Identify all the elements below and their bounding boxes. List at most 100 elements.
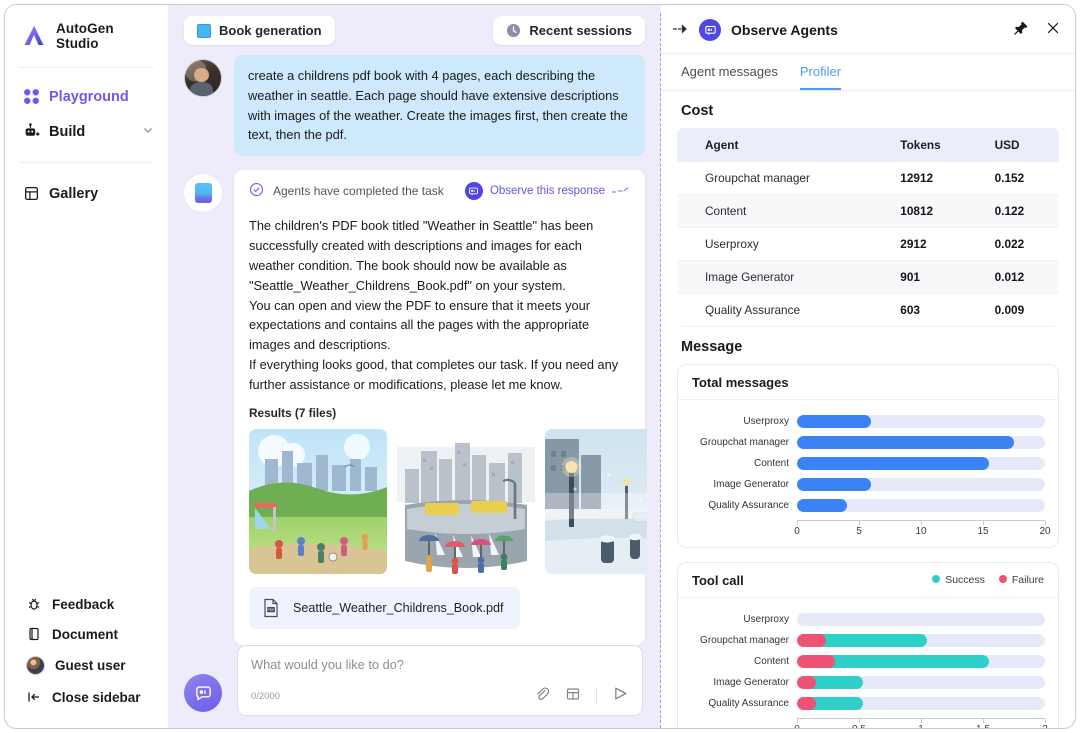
cost-col-usd: USD bbox=[980, 127, 1059, 162]
attach-icon[interactable] bbox=[534, 686, 550, 707]
chart-bar-fill[interactable] bbox=[797, 456, 990, 470]
session-chip-label: Book generation bbox=[219, 23, 322, 38]
axis-tick-label: 15 bbox=[977, 525, 989, 537]
autogen-logo-icon bbox=[21, 23, 47, 49]
user-message-bubble: create a childrens pdf book with 4 pages… bbox=[234, 55, 645, 157]
chart-bar-label: Content bbox=[753, 655, 789, 667]
observe-dashed-arrow-icon bbox=[611, 185, 630, 197]
table-row[interactable]: Content 10812 0.122 bbox=[677, 194, 1059, 228]
send-icon[interactable] bbox=[612, 685, 629, 707]
chart-bar-fill[interactable] bbox=[797, 414, 872, 428]
chart-bar-failure[interactable] bbox=[797, 696, 816, 710]
axis-tick-label: 1 bbox=[918, 724, 924, 728]
chart-bar-label: Userproxy bbox=[743, 613, 789, 625]
sidebar-item-label: Guest user bbox=[55, 658, 126, 673]
composer[interactable]: What would you like to do? 0/2000 bbox=[237, 645, 643, 716]
sidebar-item-close-sidebar[interactable]: Close sidebar bbox=[5, 682, 168, 712]
tab-profiler[interactable]: Profiler bbox=[799, 64, 842, 90]
total-messages-title: Total messages bbox=[692, 374, 789, 390]
panel-header-actions bbox=[1013, 20, 1061, 41]
result-image-snowy[interactable] bbox=[545, 428, 647, 574]
sidebar-item-guest-user[interactable]: Guest user bbox=[5, 649, 168, 682]
cell-agent: Quality Assurance bbox=[705, 302, 801, 317]
composer-avatar bbox=[184, 674, 222, 712]
chart-bar-fill[interactable] bbox=[797, 435, 1014, 449]
axis-tick bbox=[1045, 718, 1046, 723]
sidebar-divider-2 bbox=[19, 162, 154, 163]
chart-bar-track bbox=[797, 696, 1045, 710]
chart-bar-row: Quality Assurance bbox=[691, 693, 1045, 714]
recent-sessions-button[interactable]: Recent sessions bbox=[493, 16, 645, 45]
chart-bar-row: Quality Assurance bbox=[691, 495, 1045, 516]
table-row[interactable]: Userproxy 2912 0.022 bbox=[677, 227, 1059, 261]
assistant-message-header: Agents have completed the task Observe t… bbox=[249, 182, 630, 201]
axis-tick-label: 0 bbox=[794, 525, 800, 537]
chart-bar-failure[interactable] bbox=[797, 675, 816, 689]
sidebar-item-feedback[interactable]: Feedback bbox=[5, 589, 168, 619]
sidebar-item-build[interactable]: Build bbox=[5, 117, 168, 146]
observe-panel-title: Observe Agents bbox=[731, 22, 838, 38]
axis-tick bbox=[921, 520, 922, 525]
cell-usd: 0.012 bbox=[994, 269, 1025, 284]
result-image-sunny[interactable] bbox=[249, 428, 387, 574]
sidebar-nav: Playground Build Gallery bbox=[5, 68, 168, 214]
chart-bar-label: Groupchat manager bbox=[700, 436, 789, 448]
gallery-grid-icon[interactable] bbox=[565, 686, 581, 707]
chart-bar-track bbox=[797, 633, 1045, 647]
cell-usd: 0.152 bbox=[994, 170, 1025, 185]
pin-icon[interactable] bbox=[1013, 20, 1029, 41]
message-thread[interactable]: create a childrens pdf book with 4 pages… bbox=[182, 55, 647, 645]
sidebar-footer: Feedback Document Guest user Close sideb… bbox=[5, 589, 168, 728]
cost-table: Agent Tokens USD Groupchat manager 12912… bbox=[677, 127, 1059, 327]
result-image-rainy[interactable] bbox=[397, 428, 535, 574]
axis-tick-label: 10 bbox=[915, 525, 927, 537]
sidebar-item-label: Close sidebar bbox=[52, 689, 141, 705]
chart-bar-row: Content bbox=[691, 651, 1045, 672]
chart-bar-label: Userproxy bbox=[743, 415, 789, 427]
avatar bbox=[26, 656, 45, 675]
cell-agent: Image Generator bbox=[705, 269, 795, 284]
cell-usd: 0.122 bbox=[994, 203, 1025, 218]
table-row[interactable]: Image Generator 901 0.012 bbox=[677, 260, 1059, 294]
composer-input[interactable]: What would you like to do? bbox=[251, 657, 629, 672]
total-messages-chart: Userproxy Groupchat manager Content Image G… bbox=[678, 400, 1058, 547]
composer-row: What would you like to do? 0/2000 bbox=[182, 645, 647, 728]
total-messages-card-header: Total messages bbox=[678, 365, 1058, 400]
chart-bar-fill[interactable] bbox=[797, 477, 872, 491]
tool-call-chart: Userproxy Groupchat manager Content Image G… bbox=[678, 598, 1058, 728]
table-row[interactable]: Groupchat manager 12912 0.152 bbox=[677, 162, 1059, 195]
axis-tick-label: 2 bbox=[1042, 724, 1048, 728]
tab-agent-messages[interactable]: Agent messages bbox=[681, 64, 778, 90]
axis-tick-label: 1.5 bbox=[976, 724, 990, 728]
legend-failure: Failure bbox=[998, 574, 1044, 586]
close-icon[interactable] bbox=[1045, 20, 1061, 41]
chart-bar-fill[interactable] bbox=[797, 498, 847, 512]
table-row[interactable]: Quality Assurance 603 0.009 bbox=[677, 293, 1059, 327]
attachment-file-chip[interactable]: PDF Seattle_Weather_Childrens_Book.pdf bbox=[249, 586, 520, 629]
tool-call-card-header: Tool call Success Failure bbox=[678, 563, 1058, 598]
chart-bar-track bbox=[797, 477, 1045, 491]
panel-body: Cost Agent Tokens USD Groupchat manager … bbox=[661, 91, 1075, 728]
cell-agent: Groupchat manager bbox=[705, 170, 810, 185]
chart-bar-failure[interactable] bbox=[797, 654, 836, 668]
chart-bar-row: Content bbox=[691, 453, 1045, 474]
cell-tokens: 901 bbox=[900, 269, 920, 284]
sidebar: AutoGen Studio Playground Build Gallery … bbox=[5, 5, 168, 728]
assistant-message-bubble: Agents have completed the task Observe t… bbox=[234, 170, 647, 645]
chart-bar-row: Userproxy bbox=[691, 609, 1045, 630]
sidebar-item-document[interactable]: Document bbox=[5, 619, 168, 649]
panel-expand-arrow-icon[interactable] bbox=[672, 21, 689, 39]
assistant-message-row: Agents have completed the task Observe t… bbox=[184, 170, 647, 645]
sidebar-item-playground[interactable]: Playground bbox=[5, 82, 168, 111]
chart-bar-failure[interactable] bbox=[797, 633, 826, 647]
sidebar-item-gallery[interactable]: Gallery bbox=[5, 179, 168, 208]
chart-bar-track bbox=[797, 456, 1045, 470]
session-chip[interactable]: Book generation bbox=[184, 16, 335, 45]
observe-response-button[interactable]: Observe this response bbox=[464, 182, 630, 201]
attachment-file-name: Seattle_Weather_Childrens_Book.pdf bbox=[293, 600, 504, 615]
brand: AutoGen Studio bbox=[5, 19, 168, 51]
chevron-down-icon[interactable] bbox=[142, 124, 154, 140]
composer-wrapper: What would you like to do? 0/2000 bbox=[235, 645, 645, 728]
session-doc-icon bbox=[197, 23, 211, 38]
legend-success-label: Success bbox=[945, 574, 985, 587]
